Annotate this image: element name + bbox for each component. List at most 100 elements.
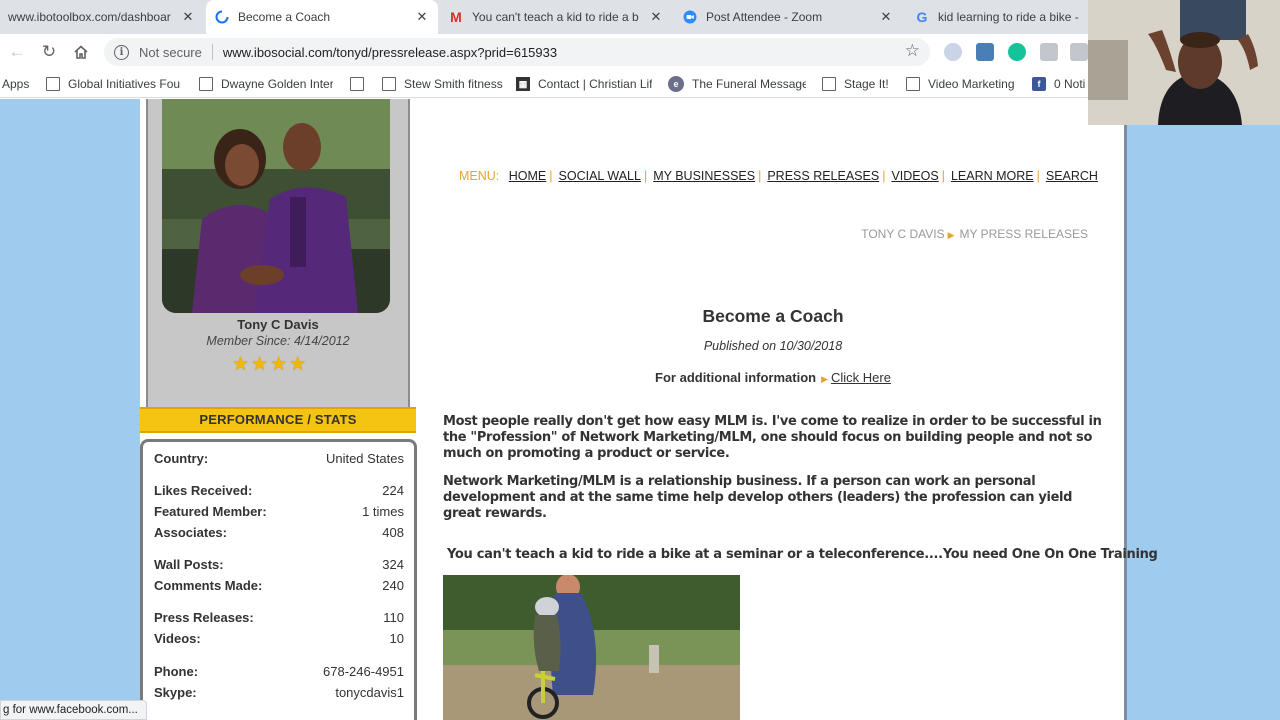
- info-icon[interactable]: i: [114, 44, 129, 60]
- close-icon[interactable]: ✕: [648, 9, 664, 25]
- stat-value: 324: [382, 557, 404, 572]
- address-bar[interactable]: i Not secure www.ibosocial.com/tonyd/pre…: [104, 38, 930, 66]
- stat-row-phone: Phone: 678-246-4951: [154, 664, 404, 682]
- menu-item-social-wall[interactable]: SOCIAL WALL: [559, 169, 641, 183]
- profile-photo: [162, 99, 390, 313]
- menu-item-home[interactable]: HOME: [509, 169, 547, 183]
- bookmark-stew-smith[interactable]: Stew Smith fitness: [382, 70, 503, 98]
- stat-value: tonycdavis1: [335, 685, 404, 700]
- body-paragraph: Network Marketing/MLM is a relationship …: [443, 474, 1073, 521]
- triangle-right-icon: ▶: [821, 374, 828, 384]
- bookmark-dwayne-golden[interactable]: Dwayne Golden Inter: [199, 70, 333, 98]
- triangle-right-icon: ▶: [947, 230, 955, 240]
- bookmark-label: Apps: [2, 77, 30, 91]
- bookmark-label: Dwayne Golden Inter: [221, 77, 333, 91]
- home-icon[interactable]: [70, 41, 92, 63]
- divider: |: [643, 169, 648, 183]
- menu-item-videos[interactable]: VIDEOS: [891, 169, 938, 183]
- bookmark-label: The Funeral Message: [692, 77, 806, 91]
- close-icon[interactable]: ✕: [180, 9, 196, 25]
- url-text[interactable]: www.ibosocial.com/tonyd/pressrelease.asp…: [223, 45, 557, 60]
- menu-label: MENU:: [459, 169, 500, 183]
- extension-icon[interactable]: [976, 43, 994, 61]
- menu-item-search[interactable]: SEARCH: [1046, 169, 1098, 183]
- page-viewport: Tony C Davis Member Since: 4/14/2012 ★ ★…: [0, 99, 1280, 720]
- stat-label: Videos:: [154, 631, 201, 646]
- stat-label: Skype:: [154, 685, 197, 700]
- stat-label: Featured Member:: [154, 504, 267, 519]
- bookmark-global-initiatives[interactable]: Global Initiatives Fou: [46, 70, 182, 98]
- breadcrumb-user[interactable]: TONY C DAVIS: [861, 227, 944, 241]
- back-arrow-icon[interactable]: ←: [6, 41, 28, 63]
- security-label: Not secure: [139, 44, 202, 60]
- stat-row-featured: Featured Member: 1 times: [154, 504, 404, 522]
- page-icon: [382, 77, 396, 91]
- tab-title: You can't teach a kid to ride a b: [472, 10, 639, 24]
- menu-item-my-businesses[interactable]: MY BUSINESSES: [653, 169, 755, 183]
- breadcrumb-section[interactable]: MY PRESS RELEASES: [960, 227, 1089, 241]
- tab-gmail[interactable]: M You can't teach a kid to ride a b ✕: [440, 0, 672, 34]
- bookmark-contact-christian[interactable]: ▦ Contact | Christian Lif: [516, 70, 652, 98]
- bookmark-label: Stew Smith fitness: [404, 77, 503, 91]
- reload-icon[interactable]: ↻: [38, 41, 60, 63]
- bookmark-label: Stage It!: [844, 77, 889, 91]
- click-here-link[interactable]: Click Here: [831, 370, 891, 385]
- stat-label: Press Releases:: [154, 610, 254, 625]
- stat-value: 224: [382, 483, 404, 498]
- grammarly-icon[interactable]: [1008, 43, 1026, 61]
- divider: [211, 44, 213, 60]
- gmail-icon: M: [450, 9, 462, 25]
- skype-extension-icon[interactable]: [944, 43, 962, 61]
- menu-item-learn-more[interactable]: LEARN MORE: [951, 169, 1034, 183]
- bookmark-label: Video Marketing: [928, 77, 1015, 91]
- stat-row-likes: Likes Received: 224: [154, 483, 404, 501]
- bookmark-untitled[interactable]: [350, 70, 372, 98]
- tab-title: Become a Coach: [238, 10, 331, 24]
- stat-label: Country:: [154, 451, 209, 466]
- star-icon: ★: [232, 354, 250, 375]
- bookmark-facebook[interactable]: f 0 Noti: [1032, 70, 1088, 98]
- stat-value: 110: [383, 610, 404, 625]
- bookmark-video-marketing[interactable]: Video Marketing: [906, 70, 1015, 98]
- webcam-overlay: [1088, 0, 1280, 125]
- close-icon[interactable]: ✕: [414, 9, 430, 25]
- body-paragraph: Most people really don't get how easy ML…: [443, 414, 1102, 461]
- stat-row-country: Country: United States: [154, 451, 404, 469]
- divider: |: [549, 169, 553, 183]
- tab-google-search[interactable]: G kid learning to ride a bike - G: [906, 0, 1088, 34]
- bookmark-apps[interactable]: Apps: [2, 70, 29, 98]
- page-icon: [906, 77, 920, 91]
- tab-zoom[interactable]: Post Attendee - Zoom ✕: [674, 0, 902, 34]
- bookmark-star-icon[interactable]: ☆: [905, 41, 920, 61]
- page-icon: [46, 77, 60, 91]
- stat-label: Likes Received:: [154, 483, 253, 498]
- stat-row-comments: Comments Made: 240: [154, 578, 404, 596]
- stat-row-press-releases: Press Releases: 110: [154, 610, 404, 628]
- star-rating: ★ ★ ★ ★: [232, 355, 322, 375]
- bookmark-stage-it[interactable]: Stage It!: [822, 70, 889, 98]
- breadcrumb: TONY C DAVIS ▶ MY PRESS RELEASES: [861, 227, 1088, 241]
- page-icon: [350, 77, 364, 91]
- calendar-extension-icon[interactable]: [1040, 43, 1058, 61]
- bookmark-label: Global Initiatives Fou: [68, 77, 181, 91]
- calendar-extension-icon[interactable]: [1070, 43, 1088, 61]
- zoom-icon: [682, 9, 698, 25]
- tab-become-a-coach[interactable]: Become a Coach ✕: [206, 0, 438, 34]
- close-icon[interactable]: ✕: [878, 9, 894, 25]
- stat-label: Associates:: [154, 525, 227, 540]
- bookmark-funeral-message[interactable]: e The Funeral Message: [668, 70, 806, 98]
- google-icon: G: [916, 9, 928, 25]
- divider: |: [758, 169, 762, 183]
- performance-stats-heading: PERFORMANCE / STATS: [140, 407, 416, 433]
- tab-ibotoolbox[interactable]: www.ibotoolbox.com/dashboar ✕: [0, 0, 204, 34]
- loading-icon: [214, 9, 230, 25]
- star-icon: ★: [251, 354, 269, 375]
- facebook-icon: f: [1032, 77, 1046, 91]
- divider: |: [1036, 169, 1040, 183]
- stat-value: 408: [382, 525, 404, 540]
- star-icon: ★: [289, 354, 307, 375]
- menu-item-press-releases[interactable]: PRESS RELEASES: [767, 169, 879, 183]
- page-icon: [822, 77, 836, 91]
- tab-title: Post Attendee - Zoom: [706, 10, 823, 24]
- tab-title: kid learning to ride a bike - G: [938, 10, 1080, 24]
